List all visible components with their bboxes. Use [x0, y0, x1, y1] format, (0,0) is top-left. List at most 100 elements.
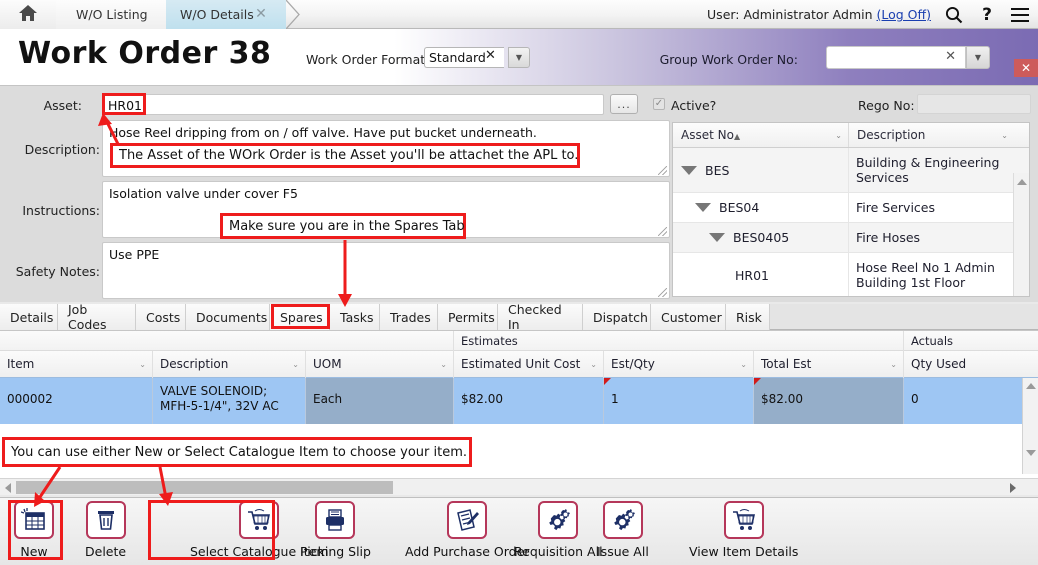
scroll-left-icon[interactable]: [5, 483, 11, 493]
group-work-order-dropdown-icon[interactable]: ▼: [966, 46, 990, 69]
work-order-format-dropdown-icon[interactable]: ▼: [508, 47, 530, 68]
breadcrumb-item-wo-details[interactable]: W/O Details ✕: [166, 0, 300, 29]
column-label: Qty Used: [911, 357, 967, 371]
work-order-format-clear-icon[interactable]: ✕: [485, 48, 496, 63]
tab-dispatch[interactable]: Dispatch: [583, 304, 651, 330]
resize-grip-icon[interactable]: [658, 166, 667, 175]
cell-description[interactable]: VALVE SOLENOID; MFH-5-1/4", 32V AC: [152, 378, 305, 424]
close-icon[interactable]: ✕: [254, 7, 268, 21]
cell-total-est[interactable]: $82.00: [753, 378, 903, 424]
asset-tree-row[interactable]: BES Building & Engineering Services: [673, 148, 1029, 193]
toolbar-button-requisition-all[interactable]: Requisition All: [514, 501, 603, 559]
tab-permits[interactable]: Permits: [438, 304, 498, 330]
toolbar-button-delete[interactable]: Delete: [85, 501, 126, 559]
safety-notes-textarea[interactable]: Use PPE: [102, 242, 670, 299]
grid-horizontal-scrollbar[interactable]: [0, 478, 1038, 495]
tab-job-codes[interactable]: Job Codes: [58, 302, 136, 332]
chevron-down-icon[interactable]: ⌄: [740, 360, 747, 369]
toolbar-button-add-purchase-order[interactable]: Add Purchase Order: [405, 501, 529, 559]
rego-no-input[interactable]: [917, 94, 1031, 114]
scroll-up-icon[interactable]: [1026, 383, 1036, 389]
tab-costs[interactable]: Costs: [136, 304, 186, 330]
cell-estimated-unit-cost[interactable]: $82.00: [453, 378, 603, 424]
asset-tree-row[interactable]: BES0405 Fire Hoses: [673, 223, 1029, 253]
asset-description-cell: Fire Services: [856, 200, 935, 215]
window-close-button[interactable]: ✕: [1014, 59, 1038, 77]
scroll-down-icon[interactable]: [1026, 450, 1036, 456]
cell-item[interactable]: 000002: [0, 378, 152, 424]
cell-est-qty[interactable]: 1: [603, 378, 753, 424]
search-icon[interactable]: [944, 5, 964, 25]
tab-documents[interactable]: Documents: [186, 304, 270, 330]
breadcrumb-bar: W/O Listing W/O Details ✕ User: Administ…: [0, 0, 1038, 29]
chevron-down-icon[interactable]: ⌄: [139, 360, 146, 369]
active-checkbox[interactable]: ✓: [653, 98, 665, 110]
help-icon[interactable]: ?: [977, 5, 997, 25]
trash-icon: [85, 501, 126, 539]
column-total-est[interactable]: Total Est ⌄: [753, 351, 903, 378]
tab-tasks[interactable]: Tasks: [330, 304, 380, 330]
menu-icon[interactable]: [1010, 5, 1030, 25]
scrollbar-thumb[interactable]: [16, 481, 393, 494]
asset-label: Asset:: [43, 98, 82, 113]
chevron-down-icon[interactable]: ⌄: [440, 360, 447, 369]
column-label: Estimated Unit Cost: [461, 357, 581, 371]
column-item[interactable]: Item ⌄: [0, 351, 152, 378]
annotation-toolbar-note: You can use either New or Select Catalog…: [2, 437, 472, 467]
toolbar-button-picking-slip[interactable]: Picking Slip: [300, 501, 371, 559]
column-qty-used[interactable]: Qty Used: [903, 351, 1038, 378]
asset-browse-button[interactable]: ...: [610, 94, 638, 114]
table-row[interactable]: 000002 VALVE SOLENOID; MFH-5-1/4", 32V A…: [0, 378, 1038, 424]
cell-qty-used[interactable]: 0: [903, 378, 1022, 424]
breadcrumb-home[interactable]: [0, 0, 70, 29]
toolbar-label: Add Purchase Order: [405, 544, 530, 559]
column-est-qty[interactable]: Est/Qty ⌄: [603, 351, 753, 378]
column-label: UOM: [313, 357, 342, 371]
rego-no-label: Rego No:: [858, 98, 915, 113]
cell-uom[interactable]: Each: [305, 378, 453, 424]
resize-grip-icon[interactable]: [658, 227, 667, 236]
column-estimated-unit-cost[interactable]: Estimated Unit Cost ⌄: [453, 351, 603, 378]
grid-vertical-scrollbar[interactable]: [1022, 378, 1038, 474]
resize-grip-icon[interactable]: [658, 288, 667, 297]
scroll-right-icon[interactable]: [1010, 483, 1016, 493]
breadcrumb-item-wo-listing[interactable]: W/O Listing: [56, 0, 180, 29]
tab-customer[interactable]: Customer: [651, 304, 726, 330]
log-off-link[interactable]: (Log Off): [876, 7, 931, 22]
column-label: Description: [857, 128, 926, 142]
tab-checked-in[interactable]: Checked In: [498, 302, 583, 332]
expander-collapse-icon[interactable]: [681, 165, 697, 175]
column-description[interactable]: Description ⌄: [152, 351, 305, 378]
spares-grid: Estimates Actuals Item ⌄ Description ⌄ U…: [0, 330, 1038, 495]
chevron-down-icon[interactable]: ⌄: [1001, 131, 1008, 140]
group-work-order-clear-icon[interactable]: ✕: [945, 49, 956, 64]
chevron-down-icon[interactable]: ⌄: [890, 360, 897, 369]
work-order-details-screen: W/O Listing W/O Details ✕ User: Administ…: [0, 0, 1038, 565]
annotation-highlight-select-catalogue-button: [148, 500, 275, 560]
cell-value: 1: [611, 392, 619, 406]
asset-input[interactable]: HR01: [102, 94, 604, 115]
safety-notes-value: Use PPE: [109, 247, 160, 262]
asset-tree-column-description[interactable]: Description ⌄: [849, 123, 1014, 147]
chevron-down-icon[interactable]: ⌄: [590, 360, 597, 369]
asset-tree-row[interactable]: HR01 Hose Reel No 1 Admin Building 1st F…: [673, 253, 1029, 296]
toolbar-button-issue-all[interactable]: Issue All: [597, 501, 649, 559]
tab-details[interactable]: Details: [0, 304, 58, 330]
toolbar-button-view-item-details[interactable]: View Item Details: [689, 501, 798, 559]
expander-collapse-icon[interactable]: [709, 233, 725, 242]
chevron-down-icon[interactable]: ⌄: [292, 360, 299, 369]
user-name: User: Administrator Admin: [707, 7, 877, 22]
annotation-spares-note: Make sure you are in the Spares Tab: [220, 213, 466, 239]
asset-tree-column-asset-no[interactable]: Asset No▲ ⌄: [673, 123, 849, 147]
tab-risk[interactable]: Risk: [726, 304, 770, 330]
description-value: Hose Reel dripping from on / off valve. …: [109, 125, 537, 140]
column-uom[interactable]: UOM ⌄: [305, 351, 453, 378]
active-label: Active?: [671, 98, 717, 113]
scroll-up-icon[interactable]: [1017, 179, 1027, 185]
group-header-estimates: Estimates: [453, 331, 903, 351]
chevron-down-icon[interactable]: ⌄: [835, 131, 842, 140]
expander-collapse-icon[interactable]: [695, 203, 711, 212]
asset-tree-scrollbar[interactable]: [1013, 173, 1029, 296]
asset-tree-row[interactable]: BES04 Fire Services: [673, 193, 1029, 223]
tab-trades[interactable]: Trades: [380, 304, 438, 330]
